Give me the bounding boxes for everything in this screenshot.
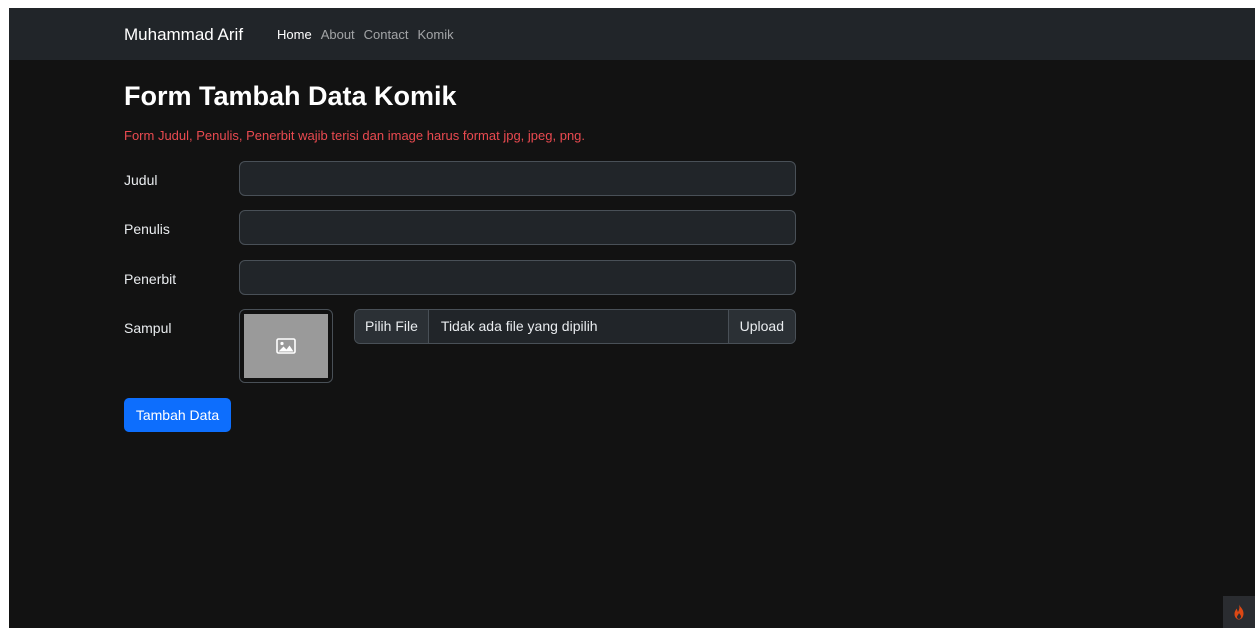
nav-link-komik[interactable]: Komik: [417, 27, 453, 43]
validation-alert: Form Judul, Penulis, Penerbit wajib teri…: [124, 128, 586, 143]
selected-file-name[interactable]: Tidak ada file yang dipilih: [429, 310, 728, 343]
nav-links: Home About Contact Komik: [277, 27, 454, 43]
cover-preview-image: [244, 314, 328, 378]
penerbit-input[interactable]: [239, 260, 796, 295]
choose-file-button[interactable]: Pilih File: [355, 310, 429, 343]
nav-link-contact[interactable]: Contact: [364, 27, 409, 43]
image-placeholder-icon: [276, 338, 296, 354]
penulis-input[interactable]: [239, 210, 796, 245]
sampul-label: Sampul: [124, 320, 172, 336]
tambah-data-button[interactable]: Tambah Data: [124, 398, 231, 432]
nav-link-about[interactable]: About: [321, 27, 355, 43]
upload-button[interactable]: Upload: [727, 310, 795, 343]
navbar: Muhammad Arif Home About Contact Komik: [9, 8, 1255, 60]
nav-link-home[interactable]: Home: [277, 27, 312, 43]
file-input-group: Pilih File Tidak ada file yang dipilih U…: [354, 309, 796, 344]
penerbit-label: Penerbit: [124, 271, 177, 287]
page-title: Form Tambah Data Komik: [124, 81, 457, 111]
judul-label: Judul: [124, 172, 158, 188]
judul-input[interactable]: [239, 161, 796, 196]
debug-toolbar-toggle[interactable]: [1223, 596, 1255, 628]
flame-icon: [1234, 604, 1244, 620]
navbar-brand[interactable]: Muhammad Arif: [124, 24, 243, 46]
page-frame: Muhammad Arif Home About Contact Komik F…: [9, 8, 1255, 628]
cover-preview: [239, 309, 333, 383]
penulis-label: Penulis: [124, 221, 170, 237]
